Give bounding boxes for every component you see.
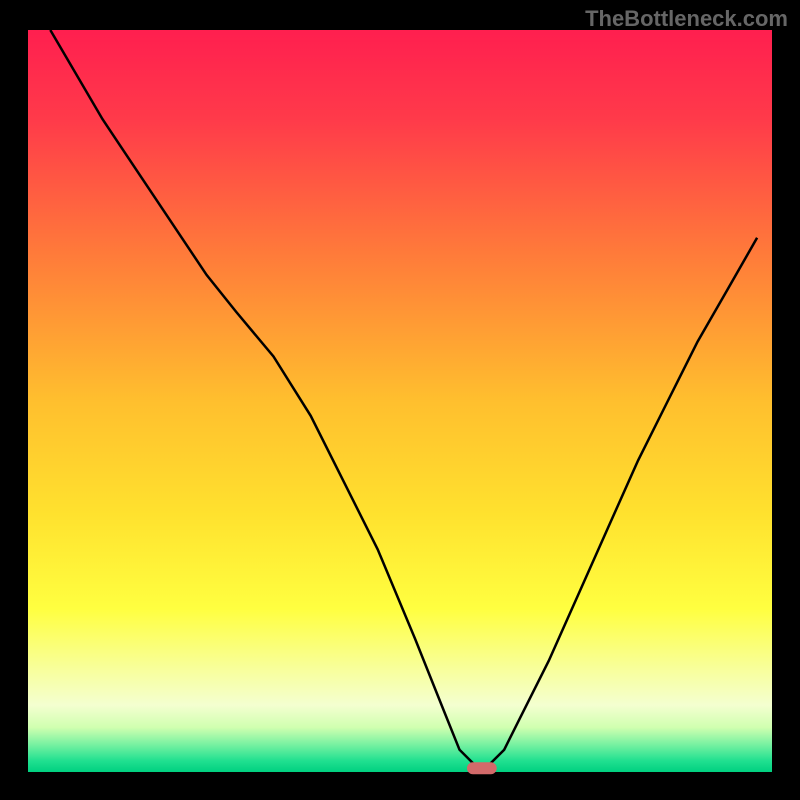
watermark-text: TheBottleneck.com <box>585 6 788 32</box>
chart-background <box>28 30 772 772</box>
optimal-marker <box>467 762 497 774</box>
bottleneck-chart <box>0 0 800 800</box>
